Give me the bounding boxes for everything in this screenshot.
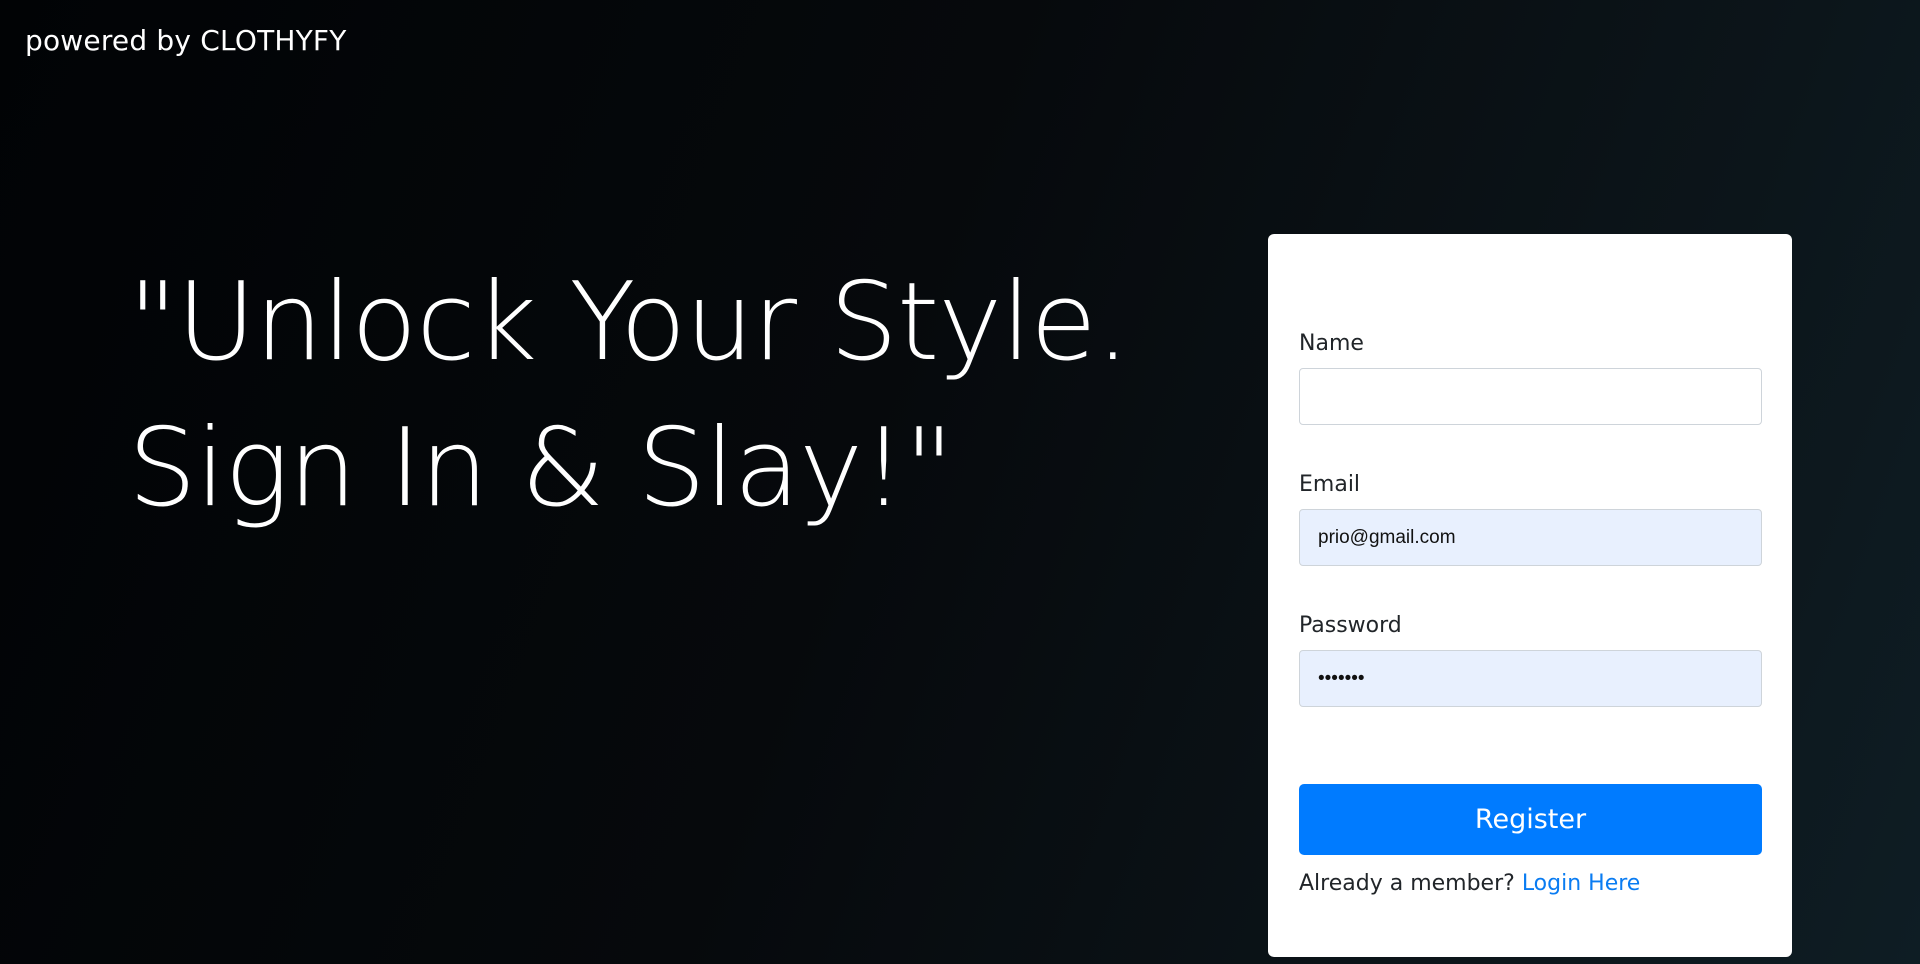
login-prompt-row: Already a member? Login Here (1299, 871, 1640, 896)
password-field-group: Password (1299, 613, 1762, 707)
email-field-group: Email (1299, 472, 1762, 566)
register-card: Name Email Password Register Already a m… (1268, 234, 1792, 957)
hero-heading: "Unlock Your Style. Sign In & Slay!" (128, 250, 1178, 542)
name-label: Name (1299, 331, 1364, 356)
name-input[interactable] (1299, 368, 1762, 425)
brand-text: powered by CLOTHYFY (25, 24, 347, 57)
login-prompt-text: Already a member? (1299, 871, 1515, 896)
password-input[interactable] (1299, 650, 1762, 707)
password-label: Password (1299, 613, 1402, 638)
register-button[interactable]: Register (1299, 784, 1762, 855)
hero-line-2: Sign In & Slay!" (128, 406, 954, 531)
hero-line-1: "Unlock Your Style. (128, 260, 1130, 385)
email-input[interactable] (1299, 509, 1762, 566)
name-field-group: Name (1299, 331, 1762, 425)
email-label: Email (1299, 472, 1361, 497)
login-link[interactable]: Login Here (1522, 871, 1641, 896)
